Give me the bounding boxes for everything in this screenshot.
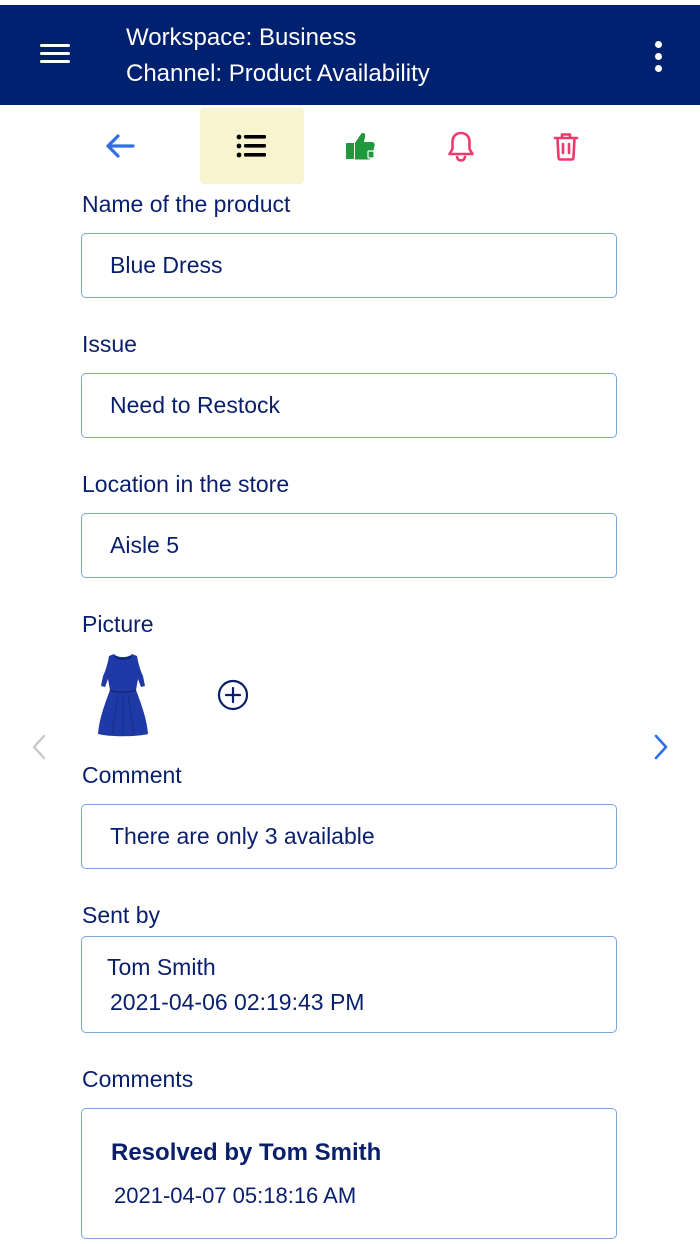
bell-icon [448, 131, 474, 162]
sender-name: Tom Smith [107, 954, 216, 980]
comment-label: Comment [82, 762, 182, 788]
back-button[interactable] [68, 108, 172, 184]
picture-label: Picture [82, 611, 154, 637]
list-button[interactable] [200, 108, 304, 184]
notify-button[interactable] [409, 108, 513, 184]
add-circle-icon[interactable] [217, 679, 249, 711]
comment-card[interactable]: Resolved by Tom Smith 2021-04-07 05:18:1… [81, 1108, 617, 1239]
chevron-right-icon[interactable] [648, 734, 672, 760]
comment-timestamp: 2021-04-07 05:18:16 AM [114, 1183, 357, 1208]
action-toolbar [0, 105, 700, 185]
top-app-bar: Workspace: Business Channel: Product Ava… [0, 5, 700, 105]
issue-field[interactable]: Need to Restock [81, 373, 617, 438]
sent-timestamp: 2021-04-06 02:19:43 PM [110, 989, 365, 1015]
delete-button[interactable] [514, 108, 618, 184]
approve-button[interactable] [308, 108, 412, 184]
comment-title: Resolved by Tom Smith [111, 1139, 382, 1166]
product-name-field[interactable]: Blue Dress [81, 233, 617, 298]
trash-icon [553, 133, 579, 161]
hamburger-menu-icon[interactable] [38, 41, 72, 67]
sent-by-box: Tom Smith 2021-04-06 02:19:43 PM [81, 936, 617, 1033]
back-arrow-icon [106, 134, 135, 158]
location-field[interactable]: Aisle 5 [81, 513, 617, 578]
workspace-title: Workspace: Business [126, 24, 357, 51]
sent-by-label: Sent by [82, 902, 160, 928]
thumbs-up-icon [346, 133, 375, 160]
channel-title: Channel: Product Availability [126, 60, 430, 87]
location-label: Location in the store [82, 471, 290, 497]
issue-label: Issue [82, 331, 137, 357]
comment-field[interactable]: There are only 3 available [81, 804, 617, 869]
vertical-dots-icon[interactable] [648, 41, 670, 77]
product-name-label: Name of the product [82, 191, 291, 217]
list-icon [236, 134, 266, 158]
dress-thumbnail[interactable] [96, 652, 150, 738]
chevron-left-icon[interactable] [28, 734, 52, 760]
comments-label: Comments [82, 1066, 194, 1092]
